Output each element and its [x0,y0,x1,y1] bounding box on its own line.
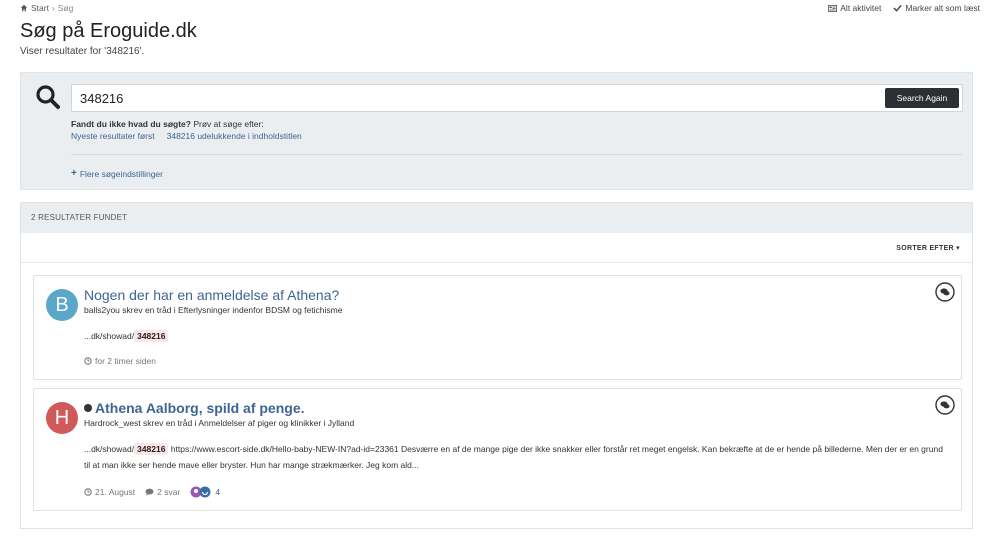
snippet-text-pre: ...dk/showad/ [84,331,135,341]
result-meta: Hardrock_west skrev en tråd i Anmeldelse… [84,418,355,428]
result-title-text: Athena Aalborg, spild af penge. [95,400,305,416]
avatar[interactable]: B [46,289,78,321]
search-panel: Search Again Fandt du ikke hvad du søgte… [20,72,973,190]
search-again-button[interactable]: Search Again [885,88,959,108]
all-activity-link[interactable]: Alt aktivitet [828,3,881,13]
page-title: Søg på Eroguide.dk [20,20,197,42]
top-bar: Start › Søg Alt aktivitet Marker alt som… [20,3,980,15]
result-card: H Athena Aalborg, spild af penge. Hardro… [33,388,962,511]
snippet-text-pre: ...dk/showad/ [84,444,135,454]
result-title[interactable]: Nogen der har en anmeldelse af Athena? [84,287,339,303]
result-replies[interactable]: 2 svar [145,487,180,497]
search-suggestions: Nyeste resultater først 348216 udelukken… [71,131,302,141]
search-hint-bold: Fandt du ikke hvad du søgte? [71,119,191,129]
result-title[interactable]: Athena Aalborg, spild af penge. [84,400,305,416]
result-snippet: ...dk/showad/348216 [84,328,949,344]
breadcrumb-separator: › [51,3,55,13]
comment-icon [145,488,154,496]
topic-chat-icon [935,395,955,415]
breadcrumb: Start › Søg [20,3,73,13]
suggestion-newest-first[interactable]: Nyeste resultater først [71,131,155,141]
breadcrumb-current: Søg [57,3,74,13]
more-search-settings-link[interactable]: + Flere søgeindstillinger [71,168,163,179]
search-divider [71,154,962,155]
sort-label: SORTER EFTER [896,245,954,252]
results-panel: 2 RESULTATER FUNDET SORTER EFTER ▾ B Nog… [20,202,973,529]
replies-label: 2 svar [157,487,181,497]
search-icon [36,85,60,109]
results-count: 2 RESULTATER FUNDET [21,203,972,233]
mark-all-read-label: Marker alt som læst [905,3,980,13]
mark-all-read-link[interactable]: Marker alt som læst [893,3,980,13]
activity-icon [828,4,838,12]
search-hint: Fandt du ikke hvad du søgte? Prøv at søg… [71,119,264,129]
topic-chat-icon [935,282,955,302]
result-footer: 21. August 2 svar 4 [84,486,220,498]
search-highlight: 348216 [134,443,169,455]
breadcrumb-home[interactable]: Start [31,3,49,13]
snippet-text-post: https://www.escort-side.dk/Hello-baby-NE… [84,444,943,470]
more-settings-label: Flere søgeindstillinger [79,168,163,179]
reactions-count: 4 [215,487,221,497]
result-time-label: for 2 timer siden [95,356,156,366]
result-time: for 2 timer siden [84,356,156,366]
suggestion-title-only[interactable]: 348216 udelukkende i indholdstitlen [167,131,302,141]
plus-icon: + [71,168,77,179]
all-activity-label: Alt aktivitet [840,3,882,13]
result-reactions[interactable]: 4 [190,486,220,498]
unread-dot-icon [84,404,92,413]
home-icon [20,4,28,12]
search-input[interactable] [71,84,963,112]
result-snippet: ...dk/showad/348216 https://www.escort-s… [84,441,949,473]
sort-button[interactable]: SORTER EFTER ▾ [896,244,960,252]
sort-bar: SORTER EFTER ▾ [21,233,972,263]
search-hint-rest: Prøv at søge efter: [190,119,264,129]
clock-icon [84,488,92,496]
result-time: 21. August [84,487,135,497]
clock-icon [84,357,92,365]
search-highlight: 348216 [134,330,169,342]
result-time-label: 21. August [95,487,136,497]
avatar[interactable]: H [46,402,78,434]
top-actions: Alt aktivitet Marker alt som læst [828,3,980,13]
result-footer: for 2 timer siden [84,356,156,366]
check-icon [893,4,903,12]
reaction-icons [190,486,211,498]
result-meta: balls2you skrev en tråd i Efterlysninger… [84,305,343,315]
result-card: B Nogen der har en anmeldelse af Athena?… [33,275,962,380]
caret-down-icon: ▾ [956,245,960,252]
page-subtitle: Viser resultater for '348216'. [20,46,145,57]
